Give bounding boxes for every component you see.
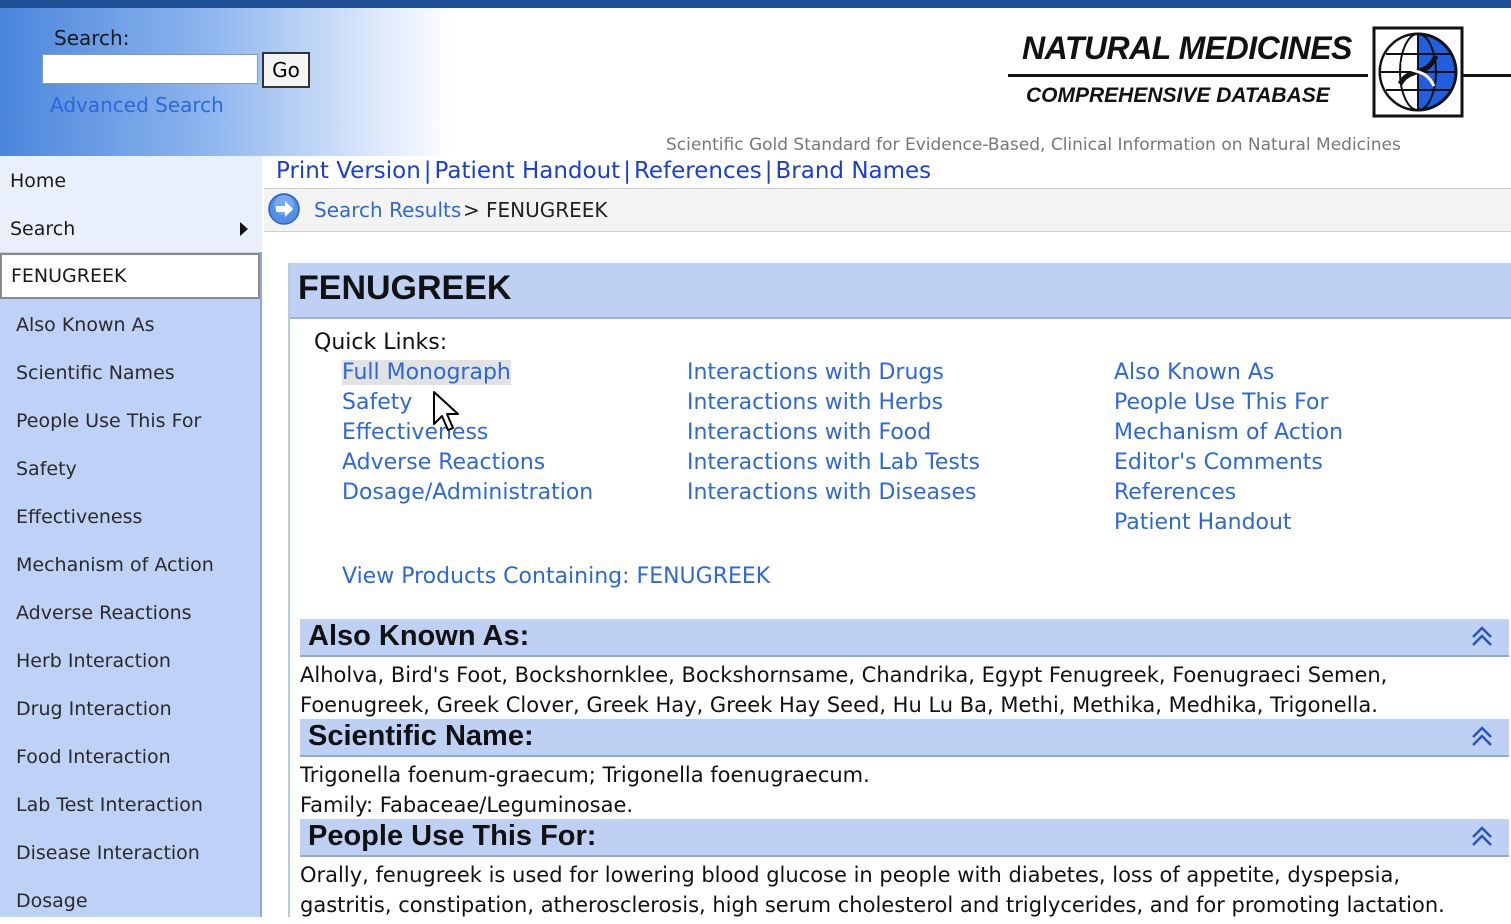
quick-link-effectiveness[interactable]: Effectiveness: [342, 420, 488, 445]
quick-links-label: Quick Links:: [314, 330, 448, 355]
text-line: Orally, fenugreek is used for lowering b…: [300, 863, 1401, 887]
sidebar-item-disease-interaction[interactable]: Disease Interaction: [0, 830, 260, 876]
sidebar-item-label: Safety: [16, 458, 77, 480]
sidebar-item-safety[interactable]: Safety: [0, 446, 260, 492]
quick-link-safety[interactable]: Safety: [342, 390, 412, 415]
sidebar-item-label: Drug Interaction: [16, 698, 172, 720]
section-header-also-known-as[interactable]: Also Known As:: [300, 619, 1509, 657]
sidebar-item-herb-interaction[interactable]: Herb Interaction: [0, 638, 260, 684]
sidebar-item-label: People Use This For: [16, 410, 202, 432]
quick-link-patient-handout[interactable]: Patient Handout: [1114, 510, 1292, 535]
sidebar-item-adverse-reactions[interactable]: Adverse Reactions: [0, 590, 260, 636]
logo-rule-right: [1463, 74, 1511, 77]
tab-links: Print Version | Patient Handout | References…: [276, 158, 931, 184]
breadcrumb-separator: >: [463, 198, 480, 222]
logo-subtitle: COMPREHENSIVE DATABASE: [1026, 84, 1330, 107]
sidebar-item-dosage[interactable]: Dosage: [0, 878, 260, 924]
quick-link-interactions-food[interactable]: Interactions with Food: [687, 420, 931, 445]
quick-link-interactions-diseases[interactable]: Interactions with Diseases: [687, 480, 976, 505]
section-text-also-known-as: Alholva, Bird's Foot, Bockshornklee, Boc…: [300, 660, 1505, 720]
tab-separator: |: [623, 158, 631, 184]
sidebar-item-lab-test-interaction[interactable]: Lab Test Interaction: [0, 782, 260, 828]
patient-handout-link[interactable]: Patient Handout: [435, 158, 621, 184]
quick-link-adverse-reactions[interactable]: Adverse Reactions: [342, 450, 545, 475]
section-title: People Use This For:: [308, 820, 597, 852]
section-header-people-use-this-for[interactable]: People Use This For:: [300, 819, 1509, 857]
quick-link-interactions-lab-tests[interactable]: Interactions with Lab Tests: [687, 450, 980, 475]
sidebar-item-label: Lab Test Interaction: [16, 794, 203, 816]
sidebar-item-people-use-this-for[interactable]: People Use This For: [0, 398, 260, 444]
sidebar-item-label: Search: [10, 218, 76, 240]
sidebar-item-label: Dosage: [16, 890, 88, 912]
section-text-scientific-name: Trigonella foenum-graecum; Trigonella fo…: [300, 760, 1505, 820]
sidebar-item-label: Home: [10, 170, 67, 192]
sidebar-item-label: FENUGREEK: [11, 265, 127, 287]
breadcrumb-search-results-link[interactable]: Search Results: [314, 198, 461, 222]
quick-link-dosage-administration[interactable]: Dosage/Administration: [342, 480, 593, 505]
sidebar-item-drug-interaction[interactable]: Drug Interaction: [0, 686, 260, 732]
section-title: Scientific Name:: [308, 720, 534, 752]
tab-separator: |: [423, 158, 432, 184]
sidebar-item-scientific-names[interactable]: Scientific Names: [0, 350, 260, 396]
sidebar-item-label: Food Interaction: [16, 746, 171, 768]
sidebar-item-label: Scientific Names: [16, 362, 175, 384]
sidebar-item-label: Herb Interaction: [16, 650, 171, 672]
top-strip: [0, 0, 1511, 8]
submenu-arrow-icon: [240, 222, 248, 236]
search-input[interactable]: [42, 54, 258, 84]
text-line: Alholva, Bird's Foot, Bockshornklee, Boc…: [300, 663, 1388, 687]
references-link[interactable]: References: [634, 158, 762, 184]
sidebar-item-also-known-as[interactable]: Also Known As: [0, 302, 260, 348]
section-header-scientific-name[interactable]: Scientific Name:: [300, 719, 1509, 757]
search-label: Search:: [54, 26, 130, 50]
section-text-people-use-this-for: Orally, fenugreek is used for lowering b…: [300, 860, 1505, 920]
text-line: Family: Fabaceae/Leguminosae.: [300, 793, 634, 817]
quick-link-references[interactable]: References: [1114, 480, 1236, 505]
sidebar-item-home[interactable]: Home: [0, 158, 260, 204]
sidebar-item-label: Disease Interaction: [16, 842, 200, 864]
breadcrumb: Search Results > FENUGREEK: [264, 188, 1511, 232]
sidebar-item-food-interaction[interactable]: Food Interaction: [0, 734, 260, 780]
quick-link-also-known-as[interactable]: Also Known As: [1114, 360, 1274, 385]
go-button[interactable]: Go: [262, 52, 310, 88]
sidebar-nav: Home Search FENUGREEK Also Known As Scie…: [0, 156, 262, 917]
arrow-circle-icon[interactable]: [268, 193, 300, 225]
sidebar-item-label: Mechanism of Action: [16, 554, 214, 576]
quick-link-interactions-herbs[interactable]: Interactions with Herbs: [687, 390, 943, 415]
sidebar-item-effectiveness[interactable]: Effectiveness: [0, 494, 260, 540]
quick-link-editors-comments[interactable]: Editor's Comments: [1114, 450, 1323, 475]
sidebar-item-label: Also Known As: [16, 314, 155, 336]
tab-separator: |: [764, 158, 773, 184]
page-title: FENUGREEK: [298, 269, 512, 307]
breadcrumb-current: FENUGREEK: [486, 198, 608, 222]
mouse-cursor-icon: [433, 391, 459, 431]
quick-link-interactions-drugs[interactable]: Interactions with Drugs: [687, 360, 944, 385]
logo: NATURAL MEDICINES COMPREHENSIVE DATABASE: [1008, 22, 1511, 122]
quick-link-mechanism-of-action[interactable]: Mechanism of Action: [1114, 420, 1343, 445]
quick-link-full-monograph[interactable]: Full Monograph: [342, 360, 511, 385]
tagline: Scientific Gold Standard for Evidence-Ba…: [666, 135, 1401, 155]
sidebar-item-label: Effectiveness: [16, 506, 143, 528]
section-title: Also Known As:: [308, 620, 530, 652]
header: Search: Go Advanced Search NATURAL MEDIC…: [0, 8, 1511, 156]
print-version-link[interactable]: Print Version: [276, 158, 421, 184]
page-title-bar: FENUGREEK: [290, 263, 1511, 319]
sidebar-item-fenugreek[interactable]: FENUGREEK: [0, 253, 260, 299]
quick-link-people-use-this-for[interactable]: People Use This For: [1114, 390, 1329, 415]
logo-rule: [1008, 74, 1368, 77]
brand-names-link[interactable]: Brand Names: [776, 158, 932, 184]
sidebar-item-label: Adverse Reactions: [16, 602, 192, 624]
text-line: Trigonella foenum-graecum; Trigonella fo…: [300, 763, 870, 787]
globe-logo-icon: [1372, 26, 1464, 118]
view-products-link[interactable]: View Products Containing: FENUGREEK: [342, 564, 770, 589]
text-line: gastritis, constipation, atherosclerosis…: [300, 893, 1445, 917]
collapse-up-icon[interactable]: [1469, 624, 1495, 650]
sidebar-item-search[interactable]: Search: [0, 206, 260, 252]
advanced-search-link[interactable]: Advanced Search: [50, 93, 224, 117]
logo-title: NATURAL MEDICINES: [1022, 30, 1352, 66]
text-line: Foenugreek, Greek Clover, Greek Hay, Gre…: [300, 693, 1378, 717]
collapse-up-icon[interactable]: [1469, 724, 1495, 750]
collapse-up-icon[interactable]: [1469, 824, 1495, 850]
sidebar-item-mechanism-of-action[interactable]: Mechanism of Action: [0, 542, 260, 588]
